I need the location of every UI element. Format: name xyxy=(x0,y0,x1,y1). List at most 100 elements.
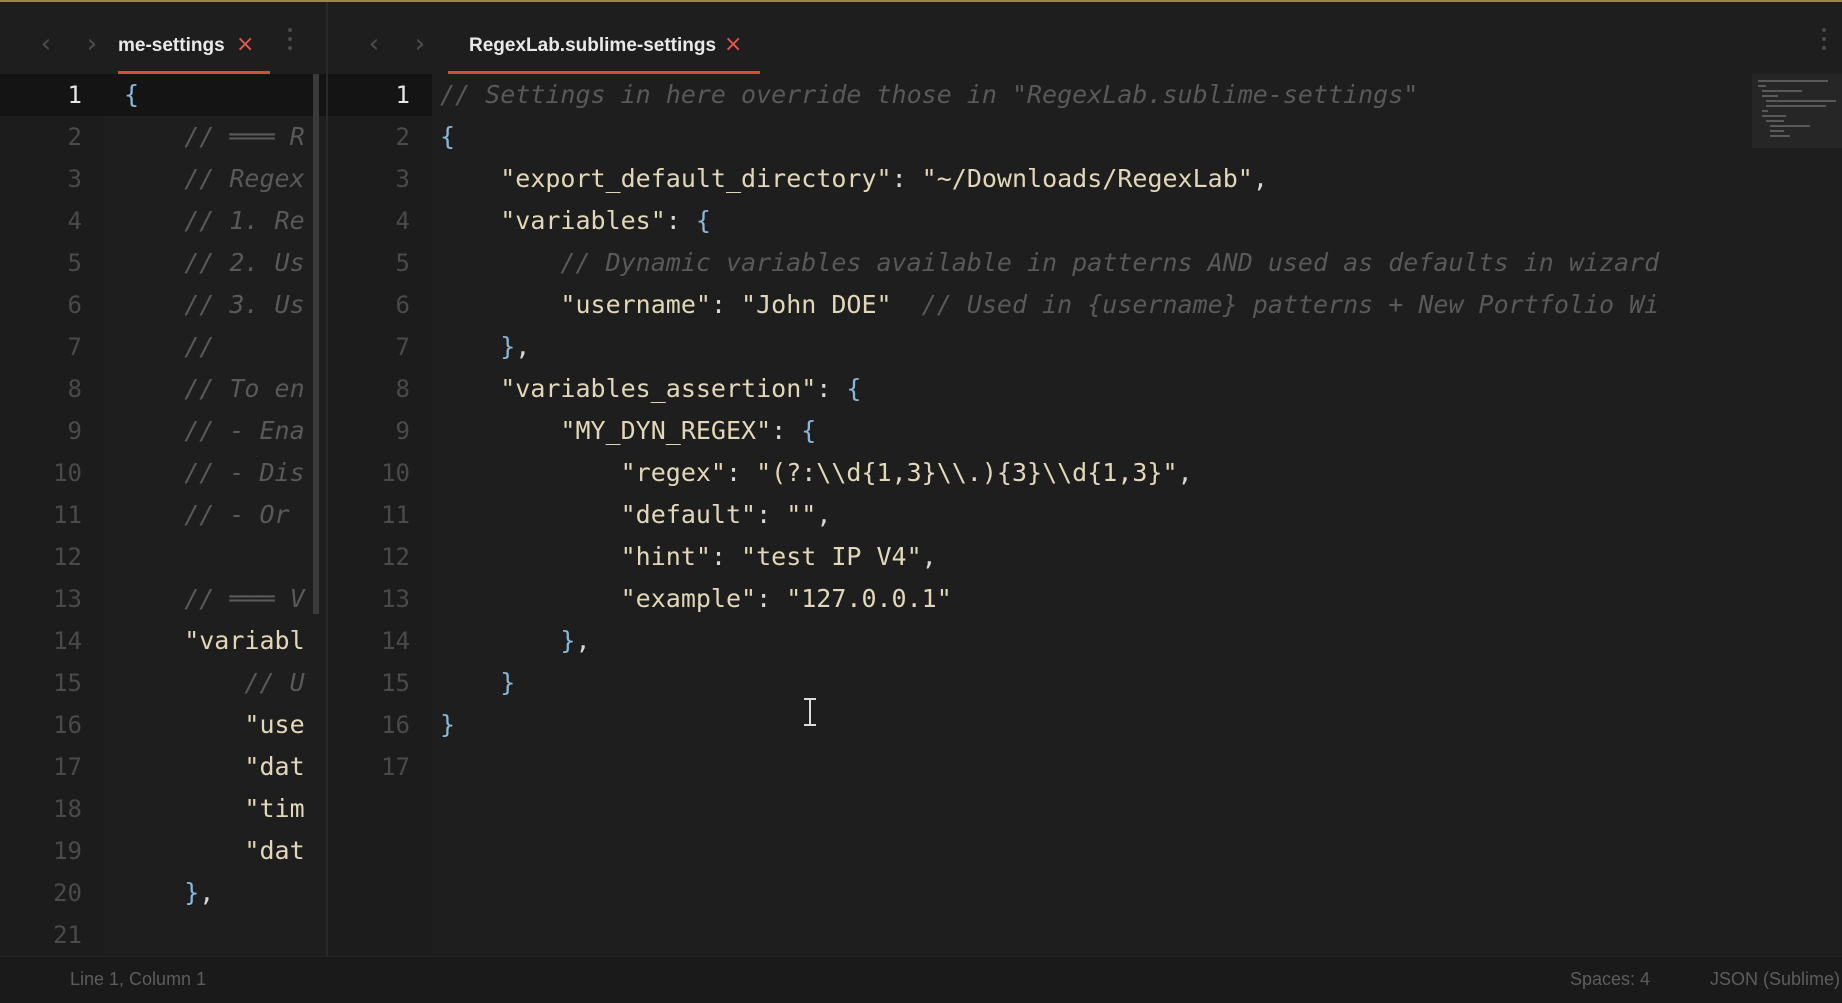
code-line[interactable]: "variabl xyxy=(124,620,312,662)
code-token-punct xyxy=(440,542,621,571)
line-number: 9 xyxy=(395,417,410,445)
line-number: 16 xyxy=(53,711,82,739)
code-token-key: "export_default_directory" xyxy=(500,164,892,193)
line-number: 1 xyxy=(67,81,82,109)
code-line[interactable]: "example": "127.0.0.1" xyxy=(440,578,1762,620)
code-line[interactable]: // xyxy=(124,326,312,368)
code-area-left[interactable]: { // ═══ R // Regex // 1. Re // 2. Us //… xyxy=(124,74,312,956)
code-line[interactable]: { xyxy=(440,116,1762,158)
tab-regexlab-settings[interactable]: RegexLab.sublime-settings × xyxy=(448,20,760,74)
code-token-comment: // To en xyxy=(124,374,305,403)
close-icon[interactable]: × xyxy=(236,32,254,57)
status-bar: Line 1, Column 1 Spaces: 4 JSON (Sublime… xyxy=(0,956,1842,1003)
code-token-punct: , xyxy=(1252,164,1268,193)
tab-label: RegexLab.sublime-settings xyxy=(469,35,717,56)
scrollbar-left[interactable] xyxy=(313,74,319,614)
minimap[interactable] xyxy=(1752,74,1842,148)
code-token-comment: // - Ena xyxy=(124,416,305,445)
code-line[interactable]: // Settings in here override those in "R… xyxy=(440,74,1762,116)
line-number: 13 xyxy=(381,585,410,613)
code-line[interactable]: "dat xyxy=(124,746,312,788)
code-line[interactable]: "variables": { xyxy=(440,200,1762,242)
nav-back-icon[interactable]: ‹ xyxy=(32,26,60,62)
close-icon[interactable]: × xyxy=(724,32,742,57)
code-line[interactable]: // U xyxy=(124,662,312,704)
line-number: 17 xyxy=(381,753,410,781)
code-token-punct xyxy=(440,290,560,319)
code-line[interactable]: // - Ena xyxy=(124,410,312,452)
code-line[interactable]: } xyxy=(440,662,1762,704)
line-number: 4 xyxy=(395,207,410,235)
code-token-punct: : xyxy=(710,290,742,319)
code-line[interactable]: // 3. Us xyxy=(124,284,312,326)
code-line[interactable]: "export_default_directory": "~/Downloads… xyxy=(440,158,1762,200)
line-number: 4 xyxy=(67,207,82,235)
code-line[interactable]: { xyxy=(124,74,312,116)
code-token-comment: // 3. Us xyxy=(124,290,305,319)
line-number: 16 xyxy=(381,711,410,739)
more-options-icon[interactable] xyxy=(1820,28,1828,58)
indentation-setting[interactable]: Spaces: 4 xyxy=(1570,969,1650,990)
code-line[interactable]: // - Or xyxy=(124,494,312,536)
code-line[interactable]: "default": "", xyxy=(440,494,1762,536)
code-token-brace: { xyxy=(801,416,817,445)
code-line[interactable]: "MY_DYN_REGEX": { xyxy=(440,410,1762,452)
code-token-punct xyxy=(440,332,500,361)
code-token-comment: // Regex xyxy=(124,164,305,193)
code-line[interactable]: "dat xyxy=(124,830,312,872)
code-area-right[interactable]: // Settings in here override those in "R… xyxy=(440,74,1762,956)
editor-group-left[interactable]: ‹ › me-settings × 1 2 3 4 5 6 7 8 9 10 11 12 13 14 15 1… xyxy=(0,2,328,956)
code-line[interactable] xyxy=(124,536,312,578)
code-token-comment: // - Dis xyxy=(124,458,305,487)
nav-back-icon[interactable]: ‹ xyxy=(360,26,388,62)
code-token-punct: , xyxy=(575,626,591,655)
line-number: 7 xyxy=(67,333,82,361)
code-token-punct xyxy=(440,416,560,445)
code-line[interactable]: "tim xyxy=(124,788,312,830)
code-token-punct: , xyxy=(1177,458,1193,487)
line-number: 20 xyxy=(53,879,82,907)
code-token-comment: // Settings in here override those in "R… xyxy=(440,80,1419,109)
code-token-str: "John DOE" xyxy=(741,290,892,319)
tab-left-settings[interactable]: me-settings × xyxy=(118,20,270,74)
line-number: 17 xyxy=(53,753,82,781)
code-line[interactable]: // - Dis xyxy=(124,452,312,494)
code-line[interactable]: }, xyxy=(440,620,1762,662)
code-line[interactable]: // Dynamic variables available in patter… xyxy=(440,242,1762,284)
code-token-comment: // 1. Re xyxy=(124,206,305,235)
nav-forward-icon[interactable]: › xyxy=(406,26,434,62)
code-token-punct: : xyxy=(816,374,847,403)
code-token-key: "username" xyxy=(560,290,711,319)
code-line[interactable]: "use xyxy=(124,704,312,746)
line-number: 11 xyxy=(53,501,82,529)
syntax-selector[interactable]: JSON (Sublime) xyxy=(1710,969,1840,990)
nav-forward-icon[interactable]: › xyxy=(78,26,106,62)
line-number: 15 xyxy=(381,669,410,697)
code-token-punct: : xyxy=(891,164,922,193)
code-token-brace: { xyxy=(695,206,711,235)
code-line[interactable] xyxy=(440,746,1762,788)
code-line[interactable]: }, xyxy=(440,326,1762,368)
code-line[interactable]: "regex": "(?:\\d{1,3}\\.){3}\\d{1,3}", xyxy=(440,452,1762,494)
code-line[interactable]: "hint": "test IP V4", xyxy=(440,536,1762,578)
code-token-key: "use xyxy=(124,710,305,739)
code-line[interactable]: } xyxy=(440,704,1762,746)
code-line[interactable]: }, xyxy=(124,872,312,914)
more-options-icon[interactable] xyxy=(286,28,294,58)
tab-bar-left: ‹ › me-settings × xyxy=(0,2,326,74)
code-token-comment: // Dynamic variables available in patter… xyxy=(440,248,1660,277)
code-line[interactable]: // Regex xyxy=(124,158,312,200)
line-number: 14 xyxy=(381,627,410,655)
code-line[interactable]: // ═══ V xyxy=(124,578,312,620)
code-line[interactable]: // ═══ R xyxy=(124,116,312,158)
cursor-position[interactable]: Line 1, Column 1 xyxy=(70,969,206,990)
code-line[interactable]: "username": "John DOE" // Used in {usern… xyxy=(440,284,1762,326)
code-line[interactable]: // To en xyxy=(124,368,312,410)
code-line[interactable] xyxy=(124,914,312,956)
code-line[interactable]: // 1. Re xyxy=(124,200,312,242)
editor-group-right[interactable]: ‹ › RegexLab.sublime-settings × 12345678… xyxy=(328,2,1842,956)
code-token-punct xyxy=(440,164,500,193)
code-line[interactable]: "variables_assertion": { xyxy=(440,368,1762,410)
code-token-key: "hint" xyxy=(620,542,711,571)
code-line[interactable]: // 2. Us xyxy=(124,242,312,284)
